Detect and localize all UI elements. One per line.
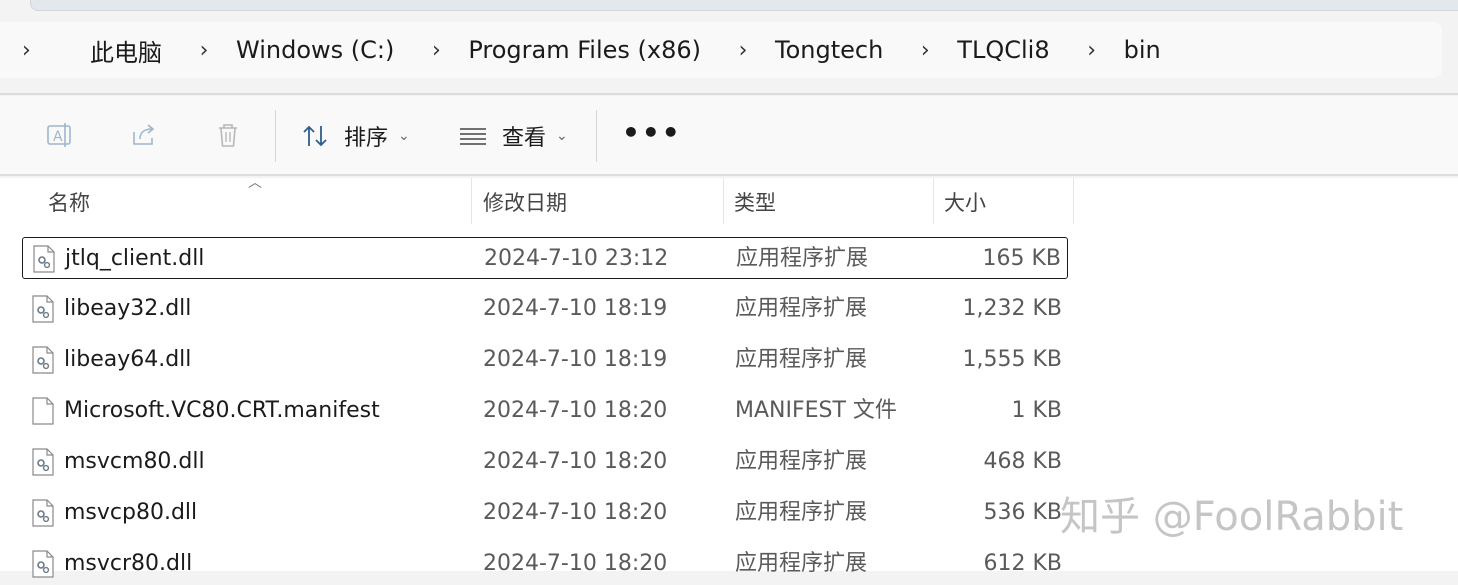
file-date: 2024-7-10 18:19	[483, 296, 668, 321]
share-icon[interactable]	[129, 120, 159, 150]
file-name: libeay64.dll	[64, 347, 192, 372]
file-date: 2024-7-10 18:20	[483, 449, 668, 474]
column-header-size[interactable]: 大小	[934, 178, 1074, 224]
file-name: msvcr80.dll	[64, 551, 193, 576]
column-header-date[interactable]: 修改日期	[473, 178, 724, 224]
dll-file-icon	[32, 448, 54, 476]
chevron-right-icon[interactable]: ›	[186, 22, 222, 78]
breadcrumb-windows-c[interactable]: Windows (C:)	[222, 36, 418, 64]
command-bar: A 排序 ⌄ 查看 ⌄ •••	[0, 96, 1458, 174]
column-header-name[interactable]: 名称	[38, 178, 472, 224]
file-name: msvcm80.dll	[64, 449, 205, 474]
file-type: MANIFEST 文件	[735, 398, 897, 423]
file-date: 2024-7-10 18:20	[483, 398, 668, 423]
chevron-down-icon: ⌄	[398, 128, 410, 144]
blank-file-icon	[32, 397, 54, 425]
file-type: 应用程序扩展	[735, 347, 868, 372]
chevron-right-icon[interactable]: ›	[1074, 22, 1110, 78]
file-row[interactable]: libeay64.dll 2024-7-10 18:19 应用程序扩展 1,555 K…	[22, 339, 1068, 381]
file-row[interactable]: Microsoft.VC80.CRT.manifest 2024-7-10 18:…	[22, 390, 1068, 432]
file-size: 1,555 KB	[962, 347, 1063, 372]
chevron-right-icon[interactable]: ›	[0, 22, 76, 78]
watermark: 知乎 @FoolRabbit	[1060, 494, 1404, 540]
file-row[interactable]: libeay32.dll 2024-7-10 18:19 应用程序扩展 1,232 K…	[22, 288, 1068, 330]
sort-icon	[303, 125, 327, 147]
view-button[interactable]: 查看 ⌄	[458, 114, 568, 158]
sort-label: 排序	[344, 126, 389, 151]
breadcrumb-program-files-x86[interactable]: Program Files (x86)	[454, 36, 725, 64]
file-size: 1 KB	[1011, 398, 1062, 423]
file-type: 应用程序扩展	[735, 449, 868, 474]
divider	[275, 110, 276, 162]
file-date: 2024-7-10 18:19	[483, 347, 668, 372]
tab-strip	[30, 0, 1458, 11]
file-date: 2024-7-10 18:20	[483, 551, 668, 576]
file-name: jtlq_client.dll	[65, 246, 205, 271]
file-type: 应用程序扩展	[735, 500, 868, 525]
view-label: 查看	[502, 126, 547, 151]
breadcrumb-tongtech[interactable]: Tongtech	[761, 36, 907, 64]
breadcrumb[interactable]: › 此电脑 › Windows (C:) › Program Files (x8…	[0, 22, 1442, 78]
dll-file-icon	[33, 245, 55, 273]
chevron-right-icon[interactable]: ›	[907, 22, 943, 78]
file-size: 536 KB	[983, 500, 1062, 525]
rename-icon[interactable]: A	[45, 120, 75, 150]
divider	[0, 174, 1458, 176]
chevron-down-icon: ⌄	[556, 128, 568, 144]
delete-icon[interactable]	[213, 120, 243, 150]
more-options-button[interactable]: •••	[622, 116, 682, 149]
breadcrumb-tlqcli8[interactable]: TLQCli8	[943, 36, 1073, 64]
file-type: 应用程序扩展	[736, 246, 869, 271]
file-size: 468 KB	[983, 449, 1062, 474]
column-header-type[interactable]: 类型	[724, 178, 934, 224]
view-list-icon	[460, 128, 486, 145]
breadcrumb-bin[interactable]: bin	[1110, 36, 1185, 64]
chevron-right-icon[interactable]: ›	[418, 22, 454, 78]
svg-text:A: A	[53, 129, 63, 145]
file-type: 应用程序扩展	[735, 551, 868, 576]
file-size: 165 KB	[982, 246, 1061, 271]
divider	[0, 93, 1458, 95]
dll-file-icon	[32, 550, 54, 578]
divider	[596, 110, 597, 162]
sort-button[interactable]: 排序 ⌄	[300, 114, 410, 158]
file-row[interactable]: msvcm80.dll 2024-7-10 18:20 应用程序扩展 468 KB	[22, 441, 1068, 483]
chevron-right-icon[interactable]: ›	[725, 22, 761, 78]
file-name: libeay32.dll	[64, 296, 192, 321]
file-size: 612 KB	[983, 551, 1062, 576]
file-name: msvcp80.dll	[64, 500, 198, 525]
file-date: 2024-7-10 18:20	[483, 500, 668, 525]
file-type: 应用程序扩展	[735, 296, 868, 321]
breadcrumb-this-pc[interactable]: 此电脑	[76, 33, 186, 68]
file-row[interactable]: msvcp80.dll 2024-7-10 18:20 应用程序扩展 536 KB	[22, 492, 1068, 534]
file-size: 1,232 KB	[962, 296, 1063, 321]
file-name: Microsoft.VC80.CRT.manifest	[64, 398, 380, 423]
file-row[interactable]: jtlq_client.dll 2024-7-10 23:12 应用程序扩展 165 …	[22, 237, 1068, 279]
file-date: 2024-7-10 23:12	[484, 246, 669, 271]
dll-file-icon	[32, 499, 54, 527]
dll-file-icon	[32, 295, 54, 323]
file-row[interactable]: msvcr80.dll 2024-7-10 18:20 应用程序扩展 612 KB	[22, 543, 1068, 585]
dll-file-icon	[32, 346, 54, 374]
